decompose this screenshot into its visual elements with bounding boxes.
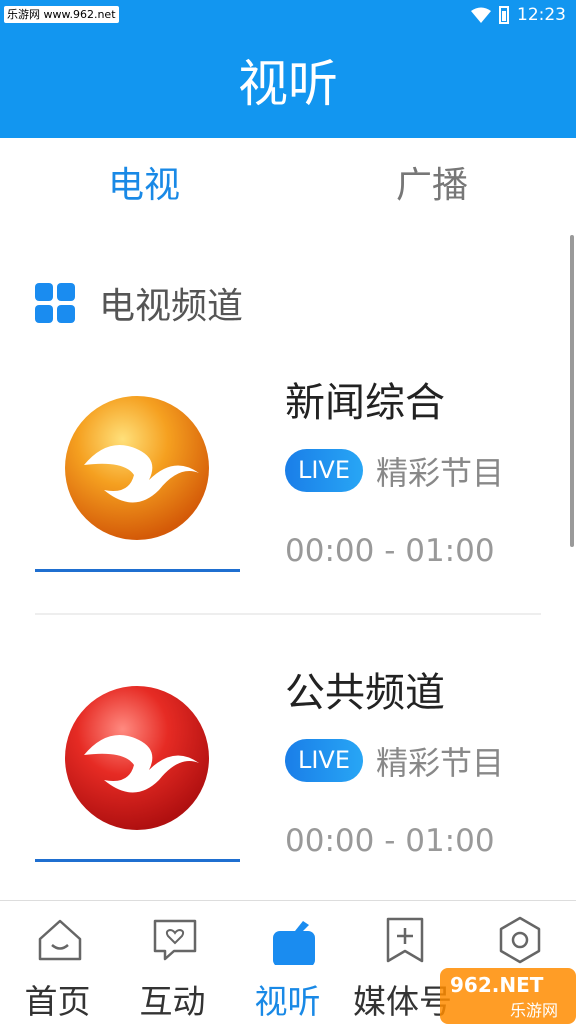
channel-status-row: LIVE 精彩节目 (285, 738, 504, 783)
channel-status-row: LIVE 精彩节目 (285, 448, 504, 493)
bookmark-plus-icon (386, 917, 424, 963)
thumbnail-underline (35, 859, 240, 862)
nav-label: 互动 (139, 982, 206, 1021)
tv-icon (273, 921, 315, 965)
program-time: 00:00 - 01:00 (285, 823, 495, 859)
status-bar: 乐游网 www.962.net 12:23 (0, 0, 576, 30)
battery-icon (499, 6, 509, 24)
program-name: 精彩节目 (376, 743, 505, 782)
tab-radio[interactable]: 广播 (288, 138, 576, 234)
channel-logo-icon (65, 686, 209, 830)
svg-text:962.NET: 962.NET (450, 973, 544, 997)
nav-home[interactable]: 首页 (0, 901, 115, 1025)
channel-logo-icon (65, 396, 209, 540)
section-header: 电视频道 (35, 275, 243, 330)
wifi-icon (471, 7, 491, 23)
svg-text:乐游网: 乐游网 (510, 1001, 558, 1020)
nav-label: 视听 (254, 982, 321, 1021)
program-time: 00:00 - 01:00 (285, 533, 495, 569)
live-badge: LIVE (285, 449, 363, 492)
channel-name: 公共频道 (285, 670, 445, 716)
nav-interact[interactable]: 互动 (115, 901, 230, 1025)
nav-label: 首页 (24, 982, 91, 1021)
section-title: 电视频道 (99, 285, 244, 327)
channel-name: 新闻综合 (285, 380, 445, 426)
thumbnail-underline (35, 569, 240, 572)
chat-heart-icon (153, 919, 197, 961)
program-name: 精彩节目 (376, 453, 505, 492)
channel-thumbnail[interactable] (35, 355, 240, 572)
site-watermark-logo: 962.NET 乐游网 (440, 968, 576, 1024)
nav-av[interactable]: 视听 (230, 901, 345, 1025)
app-bar: 视听 (0, 30, 576, 138)
divider (35, 613, 541, 615)
channel-item[interactable]: 新闻综合 LIVE 精彩节目 00:00 - 01:00 (35, 355, 545, 585)
tab-bar: 电视 广播 (0, 138, 576, 234)
channel-thumbnail[interactable] (35, 645, 240, 862)
tab-tv[interactable]: 电视 (0, 138, 288, 234)
home-icon (38, 919, 82, 961)
status-time: 12:23 (517, 5, 566, 25)
scrollbar[interactable] (570, 235, 574, 547)
status-watermark: 乐游网 www.962.net (4, 6, 119, 23)
status-icons: 12:23 (471, 4, 566, 26)
hexagon-icon (499, 916, 541, 964)
live-badge: LIVE (285, 739, 363, 782)
grid-icon (35, 282, 75, 323)
channel-item[interactable]: 公共频道 LIVE 精彩节目 00:00 - 01:00 (35, 645, 545, 875)
page-title: 视听 (238, 55, 338, 113)
